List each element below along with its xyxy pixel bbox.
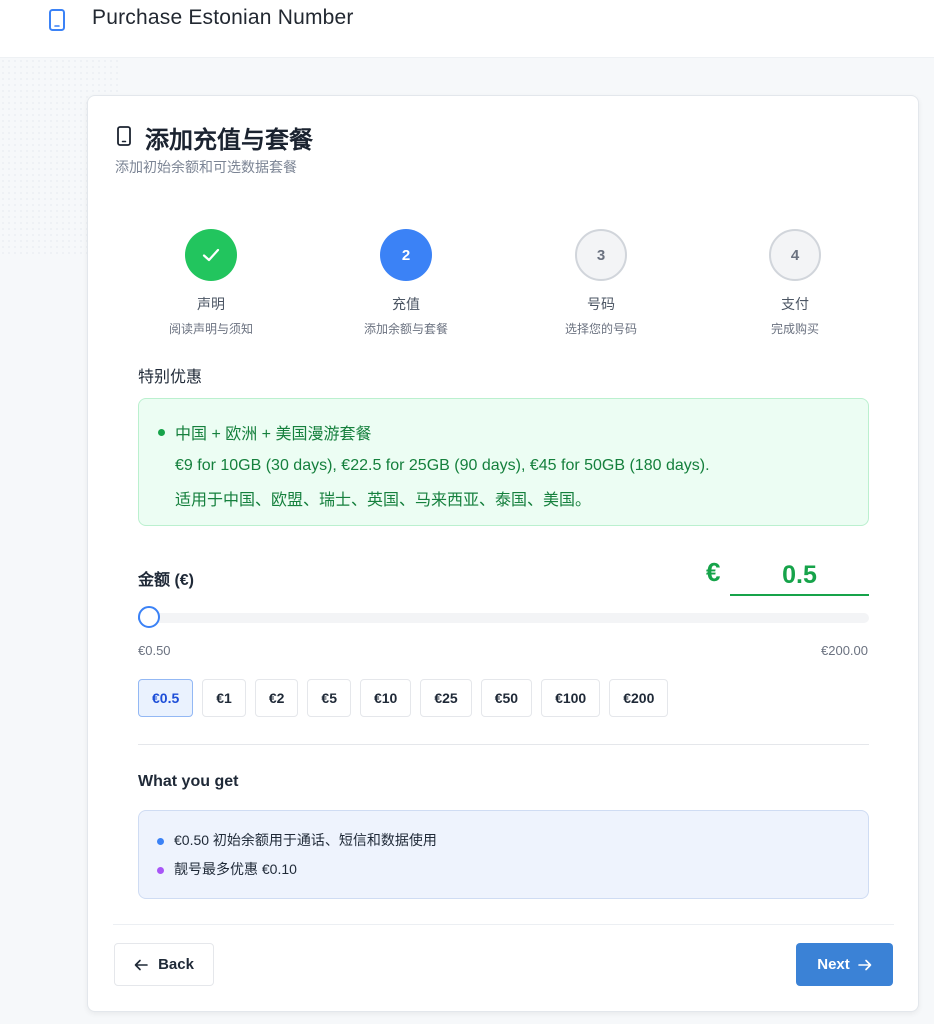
amount-preset-chip[interactable]: €10 [359, 679, 412, 717]
amount-input[interactable] [730, 556, 869, 596]
promo-regions: 适用于中国、欧盟、瑞士、英国、马来西亚、泰国、美国。 [175, 492, 592, 509]
step-label: 充值 [392, 296, 420, 312]
footer-divider [113, 924, 894, 925]
step-description: 选择您的号码 [564, 322, 637, 336]
benefit-item: 靓号最多优惠 €0.10 [157, 859, 297, 879]
step-description: 完成购买 [770, 322, 819, 336]
promo-box: 中国 + 欧洲 + 美国漫游套餐 €9 for 10GB (30 days), … [138, 398, 869, 526]
phone-icon [117, 126, 131, 146]
step-3: 3 号码选择您的号码 [531, 229, 671, 337]
benefit-text: €0.50 初始余额用于通话、短信和数据使用 [174, 832, 437, 848]
step-2: 2 充值添加余额与套餐 [336, 229, 476, 337]
amount-slider-thumb[interactable] [138, 606, 160, 628]
check-icon [202, 248, 220, 262]
benefit-text: 靓号最多优惠 €0.10 [174, 861, 297, 877]
phone-icon [49, 9, 65, 31]
back-label: Back [158, 956, 194, 973]
promo-section-title: 特别优惠 [138, 369, 203, 386]
amount-preset-chip[interactable]: €0.5 [138, 679, 194, 717]
step-circle [185, 229, 237, 281]
step-circle: 4 [769, 229, 821, 281]
benefit-bullet [157, 837, 164, 845]
app-title: Purchase Estonian Number [92, 6, 354, 29]
amount-preset-chip[interactable]: €200 [609, 679, 669, 717]
amount-preset-chip[interactable]: €50 [480, 679, 533, 717]
promo-title: 中国 + 欧洲 + 美国漫游套餐 [175, 426, 372, 443]
amount-slider-track[interactable] [138, 613, 869, 623]
amount-preset-chip[interactable]: €100 [541, 679, 601, 717]
next-button[interactable]: Next [796, 943, 893, 986]
currency-symbol: € [706, 557, 721, 587]
amount-preset-chip[interactable]: €5 [307, 679, 351, 717]
step-4: 4 支付完成购买 [725, 229, 865, 337]
step-description: 阅读声明与须知 [168, 322, 253, 336]
step-1: 声明 阅读声明与须知 [141, 229, 281, 337]
card-subtitle: 添加初始余额和可选数据套餐 [115, 159, 297, 175]
amount-preset-chip[interactable]: €1 [202, 679, 246, 717]
slider-max-label: €200.00 [821, 643, 868, 658]
step-label: 号码 [587, 296, 615, 312]
arrow-left-icon [134, 959, 148, 970]
arrow-right-icon [857, 959, 872, 970]
amount-presets: €0.5 €1 €2 €5 €10 €25 €50 €100 €200 [138, 679, 677, 717]
back-button[interactable]: Back [114, 943, 214, 986]
benefit-bullet [157, 866, 164, 874]
card-title: 添加充值与套餐 [145, 127, 313, 154]
step-label: 声明 [197, 296, 225, 312]
benefit-item: €0.50 初始余额用于通话、短信和数据使用 [157, 830, 437, 850]
section-divider [138, 744, 869, 745]
what-you-get-box: €0.50 初始余额用于通话、短信和数据使用 靓号最多优惠 €0.10 [138, 810, 869, 899]
promo-pricing: €9 for 10GB (30 days), €22.5 for 25GB (9… [175, 457, 710, 474]
step-circle: 2 [380, 229, 432, 281]
step-description: 添加余额与套餐 [363, 322, 448, 336]
amount-preset-chip[interactable]: €25 [420, 679, 472, 717]
next-label: Next [817, 956, 850, 973]
amount-preset-chip[interactable]: €2 [254, 679, 299, 717]
step-label: 支付 [781, 296, 809, 312]
what-you-get-title: What you get [138, 773, 239, 790]
step-circle: 3 [575, 229, 627, 281]
top-bar: Purchase Estonian Number [0, 0, 934, 58]
topup-card: 添加充值与套餐 添加初始余额和可选数据套餐 声明阅读声明与须知 2 充值添加余额与套… [87, 95, 919, 1012]
promo-bullet [158, 429, 165, 436]
amount-label: 金额 (€) [138, 572, 195, 589]
slider-min-label: €0.50 [138, 643, 171, 658]
